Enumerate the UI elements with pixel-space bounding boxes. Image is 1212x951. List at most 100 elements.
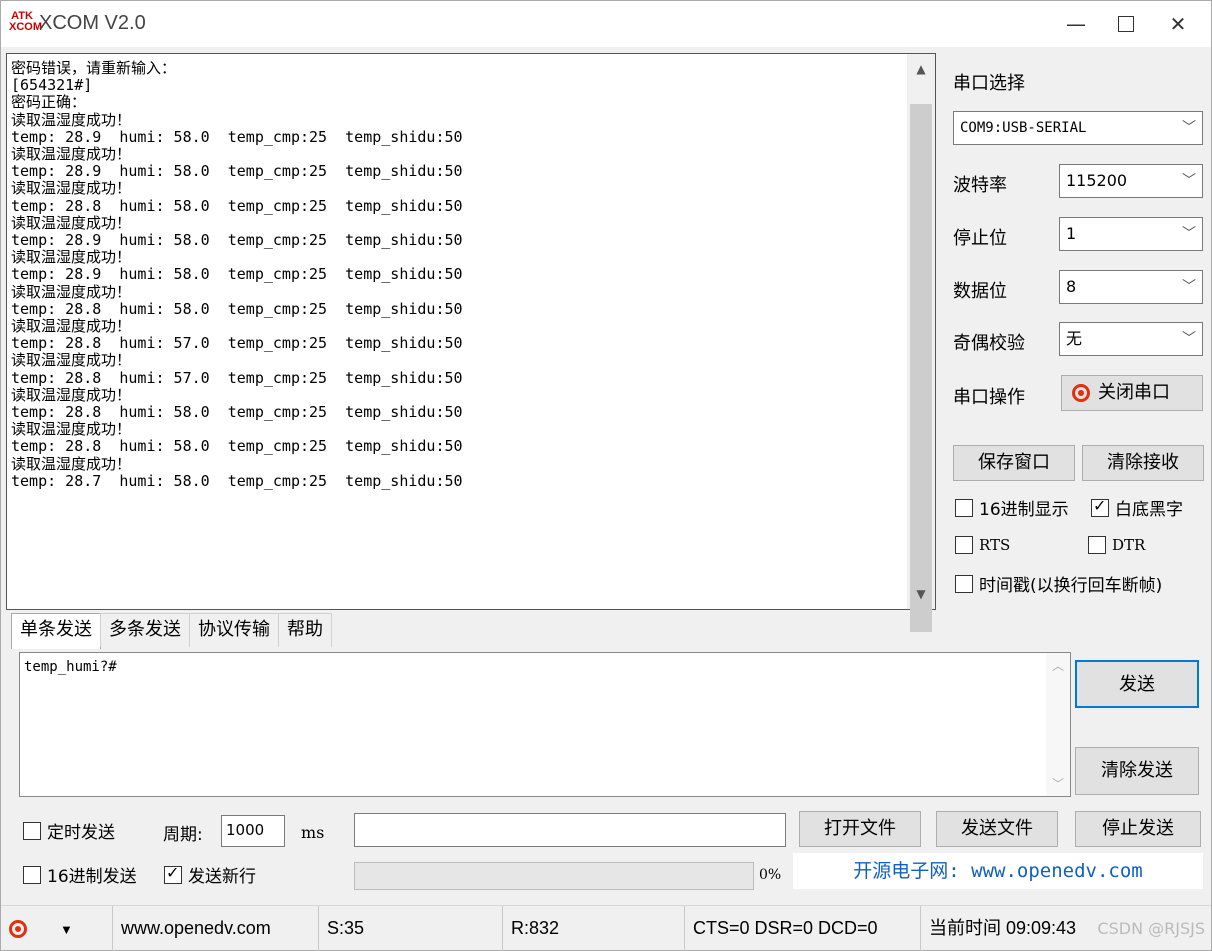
receive-line: 读取温湿度成功！ [11, 351, 132, 370]
white-black-checkbox[interactable]: 白底黑字 [1091, 495, 1183, 520]
stop-bits-select[interactable]: 1 ﹀ [1059, 217, 1203, 251]
port-op-label: 串口操作 [953, 387, 1025, 408]
checkbox-icon [955, 574, 973, 593]
chevron-down-icon: ﹀ [1182, 120, 1196, 136]
xcom-window: ATK XCOM XCOM V2.0 — ✕ 密码错误，请重新输入： [654321… [0, 0, 1212, 951]
hex-display-checkbox[interactable]: 16进制显示 [955, 495, 1069, 520]
window-title: XCOM V2.0 [39, 12, 146, 34]
scroll-thumb[interactable] [910, 104, 932, 632]
stop-send-button[interactable]: 停止发送 [1075, 811, 1201, 847]
receive-line: temp: 28.9 humi: 58.0 temp_cmp:25 temp_s… [11, 231, 463, 250]
receive-line: 读取温湿度成功！ [11, 420, 132, 439]
receive-line: temp: 28.8 humi: 57.0 temp_cmp:25 temp_s… [11, 334, 463, 353]
dropdown-icon: ▼ [60, 921, 73, 937]
period-label: 周期: [163, 825, 203, 845]
receive-line: temp: 28.7 humi: 58.0 temp_cmp:25 temp_s… [11, 471, 463, 490]
watermark: CSDN @RJSJS [1097, 919, 1205, 938]
clear-receive-button[interactable]: 清除接收 [1082, 445, 1204, 481]
receive-line: temp: 28.9 humi: 58.0 temp_cmp:25 temp_s… [11, 162, 463, 181]
rts-checkbox[interactable]: RTS [955, 536, 1010, 554]
hex-send-checkbox[interactable]: 16进制发送 [23, 862, 137, 887]
checkbox-icon [955, 536, 973, 554]
scroll-down-icon[interactable]: ▼ [907, 581, 935, 607]
close-button[interactable]: ✕ [1153, 1, 1203, 47]
receive-line: 读取温湿度成功！ [11, 110, 132, 129]
chevron-down-icon: ﹀ [1182, 331, 1196, 347]
file-path-input[interactable] [354, 813, 786, 847]
open-file-button[interactable]: 打开文件 [799, 811, 921, 847]
receive-text: 密码错误，请重新输入： [654321#] 密码正确： 读取温湿度成功！ temp: 2… [11, 60, 906, 605]
tab-protocol[interactable]: 协议传输 [189, 613, 279, 647]
timed-send-checkbox[interactable]: 定时发送 [23, 818, 115, 843]
receive-line: 读取温湿度成功！ [11, 317, 132, 336]
checkbox-icon [1088, 536, 1106, 554]
checkbox-checked-icon [164, 863, 182, 884]
checkbox-icon [23, 821, 41, 840]
receive-line: 读取温湿度成功！ [11, 454, 132, 473]
baud-select[interactable]: 115200 ﹀ [1059, 164, 1203, 198]
status-bar: ▼ www.openedv.com S:35 R:832 CTS=0 DSR=0… [1, 905, 1211, 951]
baud-label: 波特率 [953, 175, 1007, 196]
title-bar: ATK XCOM XCOM V2.0 — ✕ [1, 1, 1211, 47]
minimize-icon: — [1066, 12, 1086, 36]
progress-percent: 0% [759, 867, 782, 883]
chevron-down-icon: ﹀ [1182, 226, 1196, 242]
receive-scrollbar[interactable]: ▲ ▼ [907, 54, 935, 632]
status-time: 当前时间 09:09:43 [929, 917, 1077, 938]
port-select-label: 串口选择 [953, 73, 1025, 94]
clear-send-button[interactable]: 清除发送 [1075, 747, 1199, 795]
maximize-button[interactable] [1101, 1, 1151, 47]
send-input[interactable]: temp_humi?# ︿ ﹀ [19, 652, 1071, 797]
receive-line: temp: 28.8 humi: 58.0 temp_cmp:25 temp_s… [11, 196, 463, 215]
status-received: R:832 [503, 905, 685, 951]
receive-line: 读取温湿度成功！ [11, 385, 132, 404]
ms-label: ms [301, 823, 325, 842]
scroll-down-icon[interactable]: ﹀ [1046, 775, 1070, 792]
receive-line: 读取温湿度成功！ [11, 248, 132, 267]
port-select[interactable]: COM9:USB-SERIAL ﹀ [953, 111, 1203, 145]
maximize-icon [1118, 16, 1134, 32]
minimize-button[interactable]: — [1051, 1, 1101, 47]
openedv-link[interactable]: 开源电子网: www.openedv.com [793, 853, 1203, 889]
timestamp-checkbox[interactable]: 时间戳(以换行回车断帧) [955, 571, 1162, 596]
dtr-checkbox[interactable]: DTR [1088, 536, 1145, 554]
period-input[interactable]: 1000 [221, 815, 285, 847]
send-text: temp_humi?# [24, 659, 117, 675]
new-line-checkbox[interactable]: 发送新行 [164, 862, 256, 887]
status-menu[interactable]: ▼ [1, 905, 113, 951]
receive-line: temp: 28.9 humi: 58.0 temp_cmp:25 temp_s… [11, 265, 463, 284]
receive-line: 读取温湿度成功！ [11, 145, 132, 164]
data-bits-select[interactable]: 8 ﹀ [1059, 270, 1203, 304]
receive-line: 密码错误，请重新输入： [11, 60, 177, 77]
app-logo-icon: ATK XCOM [9, 10, 42, 33]
close-port-button[interactable]: 关闭串口 [1061, 375, 1203, 411]
chevron-down-icon: ﹀ [1182, 173, 1196, 189]
scroll-up-icon[interactable]: ▲ [907, 56, 935, 82]
receive-line: temp: 28.8 humi: 58.0 temp_cmp:25 temp_s… [11, 299, 463, 318]
receive-line: 密码正确： [11, 93, 87, 112]
checkbox-icon [23, 865, 41, 884]
save-window-button[interactable]: 保存窗口 [953, 445, 1075, 481]
status-lines: CTS=0 DSR=0 DCD=0 [685, 905, 921, 951]
stop-bits-label: 停止位 [953, 228, 1007, 249]
record-icon [1072, 384, 1090, 402]
tab-single-send[interactable]: 单条发送 [11, 613, 101, 649]
receive-line: 读取温湿度成功！ [11, 179, 132, 198]
send-progress-bar [354, 862, 754, 890]
scroll-up-icon[interactable]: ︿ [1046, 657, 1070, 674]
receive-area[interactable]: 密码错误，请重新输入： [654321#] 密码正确： 读取温湿度成功！ temp: 2… [6, 53, 936, 632]
send-file-button[interactable]: 发送文件 [936, 811, 1058, 847]
data-bits-label: 数据位 [953, 281, 1007, 302]
send-button[interactable]: 发送 [1075, 660, 1199, 708]
record-icon [9, 919, 27, 938]
close-icon: ✕ [1169, 12, 1187, 36]
send-scrollbar[interactable]: ︿ ﹀ [1046, 653, 1070, 796]
send-tabs: 单条发送 多条发送 协议传输 帮助 [11, 613, 332, 649]
tab-multi-send[interactable]: 多条发送 [100, 613, 190, 647]
parity-select[interactable]: 无 ﹀ [1059, 322, 1203, 356]
receive-line: temp: 28.9 humi: 58.0 temp_cmp:25 temp_s… [11, 127, 463, 146]
receive-line: [654321#] [11, 76, 93, 95]
status-url[interactable]: www.openedv.com [113, 905, 319, 951]
chevron-down-icon: ﹀ [1182, 279, 1196, 295]
tab-help[interactable]: 帮助 [278, 613, 332, 647]
